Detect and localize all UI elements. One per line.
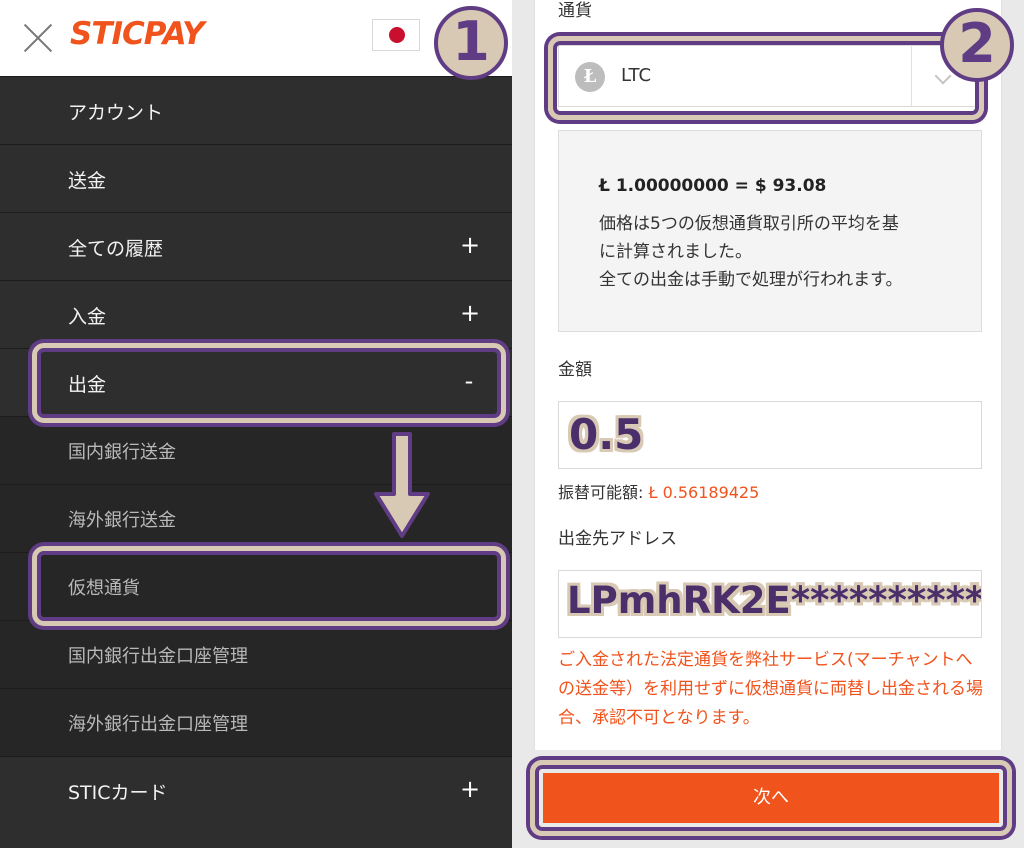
submenu-item-domestic-account-mgmt[interactable]: 国内銀行出金口座管理 xyxy=(0,620,512,688)
highlight-next xyxy=(530,760,1012,836)
menu-item-label: 送金 xyxy=(68,170,107,192)
menu-item-label: アカウント xyxy=(68,102,164,124)
highlight-withdraw xyxy=(32,343,506,423)
exchange-rate: Ł 1.00000000 = $ 93.08 xyxy=(599,176,827,196)
menu-item-history[interactable]: 全ての履歴 + xyxy=(0,212,512,280)
submenu-item-label: 国内銀行送金 xyxy=(68,442,176,463)
expand-icon[interactable]: + xyxy=(460,299,480,327)
menu-item-deposit[interactable]: 入金 + xyxy=(0,280,512,348)
menu-item-label: STICカード xyxy=(68,782,168,804)
rate-note-line2: に計算されました。 xyxy=(599,242,752,262)
amount-value: 0.5 xyxy=(569,410,644,459)
submenu-item-label: 国内銀行出金口座管理 xyxy=(68,646,248,667)
japan-flag-icon[interactable] xyxy=(372,19,420,51)
address-label: 出金先アドレス xyxy=(558,529,677,549)
warning-text: ご入金された法定通貨を弊社サービス(マーチャントへの送金等）を利用せずに仮想通貨… xyxy=(558,650,983,728)
sticpay-logo: STICPAY xyxy=(70,16,205,52)
expand-icon[interactable]: + xyxy=(460,775,480,803)
rate-note-line3: 全ての出金は手動で処理が行われます。 xyxy=(599,270,903,290)
menu-item-label: 全ての履歴 xyxy=(68,238,164,260)
address-value: LPmhRK2E********** xyxy=(567,579,982,622)
close-icon[interactable] xyxy=(22,22,54,54)
submenu-item-domestic-bank[interactable]: 国内銀行送金 xyxy=(0,416,512,484)
available-balance: 振替可能額: Ł 0.56189425 xyxy=(558,479,759,503)
menu-item-label: 入金 xyxy=(68,306,107,328)
available-label: 振替可能額: xyxy=(558,483,644,502)
amount-input[interactable]: 0.5 xyxy=(558,401,982,469)
side-menu-panel: STICPAY アカウント 送金 全ての履歴 + 入金 + 出金 - 国内銀行送… xyxy=(0,0,512,848)
menu-item-transfer[interactable]: 送金 xyxy=(0,144,512,212)
amount-label: 金額 xyxy=(558,360,592,380)
available-value: Ł 0.56189425 xyxy=(648,483,760,502)
menu-item-account[interactable]: アカウント xyxy=(0,76,512,144)
nav-menu: アカウント 送金 全ての履歴 + 入金 + 出金 - 国内銀行送金 海外銀行送金… xyxy=(0,76,512,824)
submenu-item-label: 海外銀行出金口座管理 xyxy=(68,714,248,735)
step-badge-1: 1 xyxy=(434,6,508,80)
rate-info-box: Ł 1.00000000 = $ 93.08 価格は5つの仮想通貨取引所の平均を… xyxy=(558,130,982,332)
expand-icon[interactable]: + xyxy=(460,231,480,259)
highlight-crypto xyxy=(32,546,506,626)
submenu-item-label: 海外銀行送金 xyxy=(68,510,176,531)
menu-item-stic-card[interactable]: STICカード + xyxy=(0,756,512,824)
step-badge-2: 2 xyxy=(940,8,1014,82)
down-arrow-icon xyxy=(374,432,430,538)
currency-label: 通貨 xyxy=(558,1,592,21)
rate-note-line1: 価格は5つの仮想通貨取引所の平均を基 xyxy=(599,214,899,234)
address-input[interactable]: LPmhRK2E********** xyxy=(558,570,982,638)
highlight-currency xyxy=(548,36,984,120)
submenu-item-overseas-bank[interactable]: 海外銀行送金 xyxy=(0,484,512,552)
submenu-item-overseas-account-mgmt[interactable]: 海外銀行出金口座管理 xyxy=(0,688,512,756)
